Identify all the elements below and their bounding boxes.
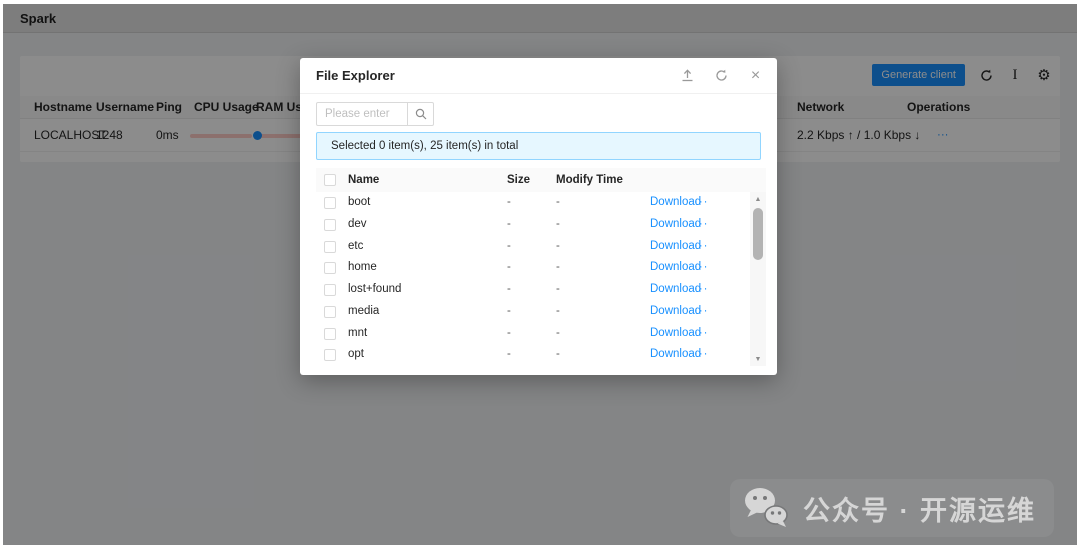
file-row: mnt - - Download ··· [316, 323, 750, 345]
file-name: opt [348, 344, 364, 366]
col-name: Name [348, 168, 379, 192]
file-modify-time: - [556, 192, 560, 214]
row-more-dots[interactable]: ··· [694, 279, 709, 301]
row-checkbox[interactable] [324, 197, 336, 209]
file-name: home [348, 257, 377, 279]
file-size: - [507, 214, 511, 236]
selection-info-alert: Selected 0 item(s), 25 item(s) in total [316, 132, 761, 160]
file-modify-time: - [556, 301, 560, 323]
file-size: - [507, 323, 511, 345]
col-modify-time: Modify Time [556, 168, 623, 192]
selection-info-text: Selected 0 item(s), 25 item(s) in total [331, 140, 518, 152]
watermark: 公众号 · 开源运维 [730, 479, 1054, 537]
row-more-dots[interactable]: ··· [694, 192, 709, 214]
row-more-dots[interactable]: ··· [694, 214, 709, 236]
wechat-icon [742, 486, 790, 530]
search-row [316, 102, 761, 126]
file-modify-time: - [556, 344, 560, 366]
file-size: - [507, 257, 511, 279]
row-more-dots[interactable]: ··· [694, 301, 709, 323]
file-name: mnt [348, 323, 367, 345]
scrollbar-down-arrow[interactable]: ▼ [750, 352, 766, 366]
scrollbar: ▲ ▼ [750, 192, 766, 366]
row-checkbox[interactable] [324, 284, 336, 296]
scrollbar-thumb[interactable] [753, 208, 763, 260]
row-checkbox[interactable] [324, 306, 336, 318]
file-name: etc [348, 236, 363, 258]
file-row: dev - - Download ··· [316, 214, 750, 236]
file-size: - [507, 192, 511, 214]
file-size: - [507, 279, 511, 301]
modal-header: File Explorer × [300, 58, 777, 94]
file-modify-time: - [556, 323, 560, 345]
file-row: lost+found - - Download ··· [316, 279, 750, 301]
file-table-body: boot - - Download ··· dev - - Download ·… [316, 192, 750, 366]
select-all-checkbox[interactable] [324, 174, 336, 186]
file-name: boot [348, 192, 370, 214]
row-checkbox[interactable] [324, 349, 336, 361]
scrollbar-up-arrow[interactable]: ▲ [750, 192, 766, 206]
file-modify-time: - [556, 257, 560, 279]
reload-icon[interactable] [714, 68, 729, 83]
watermark-text: 公众号 · 开源运维 [803, 489, 1036, 528]
file-row: etc - - Download ··· [316, 236, 750, 258]
file-row: boot - - Download ··· [316, 192, 750, 214]
search-button[interactable] [408, 102, 434, 126]
file-explorer-modal: File Explorer × Selected 0 item(s), 25 i… [300, 58, 777, 375]
file-table-header: Name Size Modify Time [316, 168, 766, 192]
file-name: media [348, 301, 379, 323]
row-checkbox[interactable] [324, 241, 336, 253]
search-icon [415, 108, 427, 120]
file-size: - [507, 344, 511, 366]
row-more-dots[interactable]: ··· [694, 257, 709, 279]
file-name: dev [348, 214, 367, 236]
file-modify-time: - [556, 279, 560, 301]
col-size: Size [507, 168, 530, 192]
row-checkbox[interactable] [324, 262, 336, 274]
file-size: - [507, 236, 511, 258]
file-row: media - - Download ··· [316, 301, 750, 323]
upload-icon[interactable] [680, 68, 695, 83]
close-icon[interactable]: × [748, 68, 763, 83]
row-checkbox[interactable] [324, 328, 336, 340]
file-modify-time: - [556, 236, 560, 258]
row-more-dots[interactable]: ··· [694, 323, 709, 345]
row-checkbox[interactable] [324, 219, 336, 231]
file-row: home - - Download ··· [316, 257, 750, 279]
modal-actions: × [680, 68, 763, 83]
modal-body: Selected 0 item(s), 25 item(s) in total … [300, 94, 777, 366]
file-row: opt - - Download ··· [316, 344, 750, 366]
row-more-dots[interactable]: ··· [694, 344, 709, 366]
file-name: lost+found [348, 279, 401, 301]
screen: Spark Generate client I ⚙ Hostname Usern… [0, 0, 1080, 551]
search-input[interactable] [316, 102, 408, 126]
file-modify-time: - [556, 214, 560, 236]
file-table: Name Size Modify Time boot - - Download … [316, 168, 766, 366]
modal-title: File Explorer [316, 68, 395, 83]
row-more-dots[interactable]: ··· [694, 236, 709, 258]
file-size: - [507, 301, 511, 323]
